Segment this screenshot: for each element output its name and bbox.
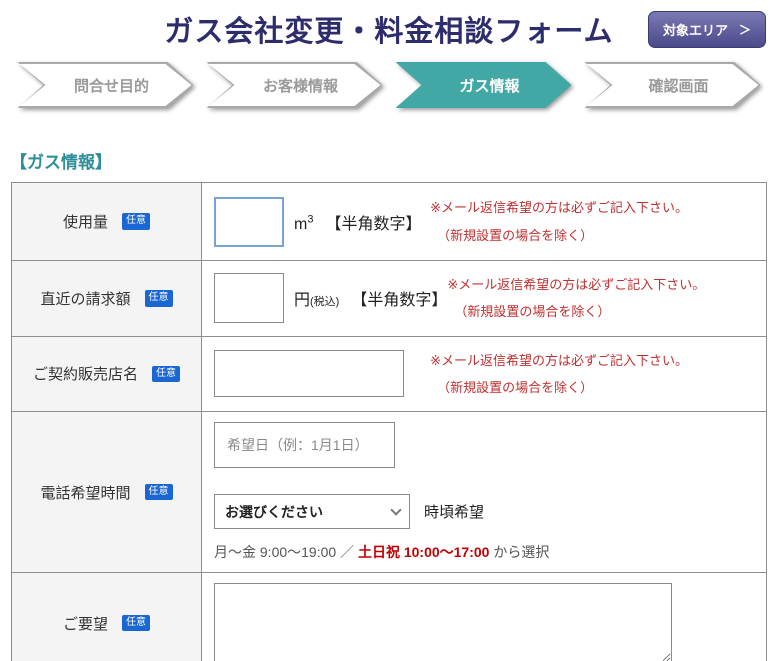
mail-reply-note-line1: ※メール返信希望の方は必ずご記入下さい。 bbox=[430, 352, 688, 368]
step-confirmation: 確認画面 bbox=[585, 62, 761, 108]
step-label: 確認画面 bbox=[648, 77, 709, 95]
row-content-usage: m3 【半角数字】 ※メール返信希望の方は必ずご記入下さい。 （新規設置の場合を除… bbox=[202, 183, 766, 260]
time-range-weekend: 土日祝 10:00〜17:00 bbox=[357, 544, 490, 561]
billing-amount-input[interactable] bbox=[214, 273, 284, 324]
chevron-right-icon: ＞ bbox=[738, 23, 751, 37]
row-header-usage: 使用量 任意 bbox=[12, 183, 202, 260]
unit-bracket: 【半角数字】 bbox=[351, 292, 448, 310]
mail-reply-note: ※メール返信希望の方は必ずご記入下さい。 （新規設置の場合を除く） bbox=[447, 271, 705, 326]
unit-bracket: 【半角数字】 bbox=[325, 215, 422, 233]
table-row-billing: 直近の請求額 任意 円(税込) 【半角数字】 ※メール返信希望の方は必ずご記入下さ… bbox=[12, 261, 766, 337]
table-row-store-name: ご契約販売店名 任意 ※メール返信希望の方は必ずご記入下さい。 （新規設置の場合… bbox=[12, 336, 766, 413]
row-content-phone-time: お選びください 時頃希望 月〜金 9:00〜19:00 ／ 土日祝 10:00〜… bbox=[202, 412, 766, 572]
time-range-note: 月〜金 9:00〜19:00 ／ 土日祝 10:00〜17:00 から選択 bbox=[214, 542, 549, 562]
store-name-input[interactable] bbox=[214, 350, 404, 398]
target-area-button-label: 対象エリア bbox=[662, 23, 728, 38]
progress-steps: 問合せ目的 お客様情報 ガス情報 確認画面 bbox=[0, 62, 778, 108]
row-header-request: ご要望 任意 bbox=[12, 573, 202, 661]
optional-badge: 任意 bbox=[122, 614, 150, 632]
mail-reply-note-line1: ※メール返信希望の方は必ずご記入下さい。 bbox=[430, 200, 688, 216]
step-label: ガス情報 bbox=[459, 77, 520, 95]
table-row-phone-time: 電話希望時間 任意 お選びください 時頃希望 月〜金 9:00〜19:00 ／ … bbox=[12, 412, 766, 574]
row-content-store-name: ※メール返信希望の方は必ずご記入下さい。 （新規設置の場合を除く） bbox=[202, 337, 766, 412]
row-content-request bbox=[202, 573, 766, 661]
billing-unit-text: 円(税込) 【半角数字】 bbox=[294, 286, 447, 310]
step-label: お客様情報 bbox=[262, 77, 338, 95]
optional-badge: 任意 bbox=[144, 290, 173, 307]
table-row-usage: 使用量 任意 m3 【半角数字】 ※メール返信希望の方は必ずご記入下さい。 （新規… bbox=[12, 183, 766, 261]
time-select-wrap: お選びください bbox=[214, 494, 410, 530]
section-heading-gas-info: 【ガス情報】 bbox=[10, 153, 112, 172]
time-select[interactable]: お選びください bbox=[214, 494, 410, 530]
row-header-billing: 直近の請求額 任意 bbox=[12, 261, 202, 336]
row-content-billing: 円(税込) 【半角数字】 ※メール返信希望の方は必ずご記入下さい。 （新規設置の場… bbox=[202, 261, 778, 336]
step-gas-info-active: ガス情報 bbox=[396, 62, 572, 108]
usage-unit-text: m3 【半角数字】 bbox=[294, 210, 421, 234]
step-customer-info: お客様情報 bbox=[207, 62, 383, 108]
row-label: 直近の請求額 bbox=[40, 290, 131, 308]
optional-badge: 任意 bbox=[122, 213, 150, 230]
mail-reply-note: ※メール返信希望の方は必ずご記入下さい。 （新規設置の場合を除く） bbox=[430, 347, 688, 402]
request-textarea[interactable] bbox=[214, 583, 672, 661]
gas-info-form-table: 使用量 任意 m3 【半角数字】 ※メール返信希望の方は必ずご記入下さい。 （新規… bbox=[11, 182, 767, 661]
preferred-date-input[interactable] bbox=[214, 422, 395, 469]
mail-reply-note-line1: ※メール返信希望の方は必ずご記入下さい。 bbox=[447, 277, 706, 292]
mail-reply-note-line2: （新規設置の場合を除く） bbox=[437, 227, 594, 243]
row-label: ご要望 bbox=[62, 615, 108, 633]
row-header-phone-time: 電話希望時間 任意 bbox=[12, 412, 202, 573]
step-inquiry-purpose: 問合せ目的 bbox=[18, 62, 194, 108]
unit-yen: 円 bbox=[294, 292, 311, 310]
time-range-weekday: 月〜金 9:00〜19:00 ／ bbox=[214, 544, 358, 561]
mail-reply-note-line2: （新規設置の場合を除く） bbox=[437, 379, 594, 395]
row-header-store-name: ご契約販売店名 任意 bbox=[12, 336, 202, 412]
gas-consultation-form-page: ガス会社変更・料金相談フォーム 対象エリア ＞ 問合せ目的 お客様情報 ガス情報 bbox=[0, 0, 778, 661]
time-select-suffix: 時頃希望 bbox=[424, 504, 485, 522]
unit-tax-included: (税込) bbox=[310, 296, 340, 309]
optional-badge: 任意 bbox=[144, 483, 173, 501]
mail-reply-note: ※メール返信希望の方は必ずご記入下さい。 （新規設置の場合を除く） bbox=[430, 194, 688, 249]
row-label: ご契約販売店名 bbox=[32, 366, 138, 384]
usage-amount-input[interactable] bbox=[214, 196, 284, 247]
time-range-suffix: から選択 bbox=[489, 544, 550, 561]
optional-badge: 任意 bbox=[152, 365, 180, 383]
row-label: 使用量 bbox=[62, 214, 108, 231]
target-area-button[interactable]: 対象エリア ＞ bbox=[647, 11, 766, 48]
unit-sup: 3 bbox=[307, 213, 314, 226]
row-label: 電話希望時間 bbox=[40, 484, 131, 502]
mail-reply-note-line2: （新規設置の場合を除く） bbox=[454, 304, 611, 320]
step-label: 問合せ目的 bbox=[73, 77, 149, 95]
time-select-line: お選びください 時頃希望 bbox=[214, 494, 485, 530]
table-row-request: ご要望 任意 bbox=[12, 573, 766, 661]
unit-m: m bbox=[294, 215, 308, 233]
